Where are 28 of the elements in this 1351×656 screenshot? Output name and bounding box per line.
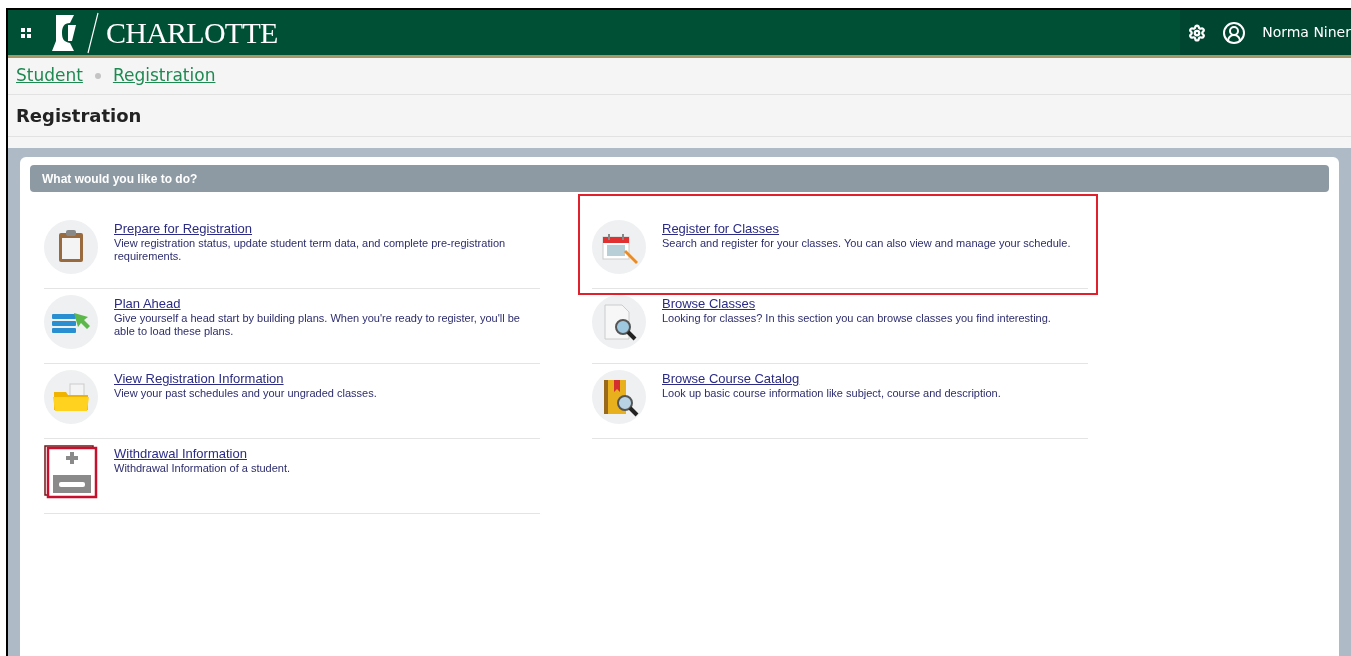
user-avatar-icon[interactable] — [1222, 20, 1247, 45]
calendar-pencil-icon — [592, 220, 646, 274]
settings-icon[interactable] — [1188, 23, 1207, 42]
action-description: View registration status, update student term data, and complete pre-registration requirements. — [114, 237, 507, 263]
action-link[interactable]: Prepare for Registration — [114, 221, 252, 237]
action-description: Looking for classes? In this section you can browse classes you find interesting. — [662, 312, 1051, 325]
breadcrumb-link[interactable]: Student — [16, 63, 83, 89]
action-link[interactable]: Withdrawal Information — [114, 446, 247, 462]
clipboard-icon — [44, 220, 98, 274]
action-link[interactable]: View Registration Information — [114, 371, 284, 387]
action-link[interactable]: Register for Classes — [662, 221, 780, 237]
menu-grid-icon[interactable] — [20, 26, 32, 39]
breadcrumb-link[interactable]: Registration — [112, 63, 216, 89]
action-description: Give yourself a head start by building plans. When you're ready to register, you'll be able to load these plans. — [114, 312, 521, 338]
action-link[interactable]: Browse Classes — [662, 296, 756, 312]
book-magnifier-icon — [592, 370, 646, 424]
action-description: Withdrawal Information of a student. — [114, 462, 291, 475]
document-magnifier-icon — [592, 295, 646, 349]
panel-heading: What would you like to do? — [30, 165, 1329, 192]
action-link[interactable]: Plan Ahead — [114, 296, 181, 312]
action-description: Search and register for your classes. You can also view and manage your schedule. — [662, 237, 1071, 250]
logo-wordmark: CHARLOTTE — [106, 15, 278, 51]
action-link[interactable]: Browse Course Catalog — [662, 371, 800, 387]
action-description: Look up basic course information like subject, course and description. — [662, 387, 1001, 400]
page-title: Registration — [16, 104, 142, 128]
folder-icon — [44, 370, 98, 424]
action-description: View your past schedules and your ungraded classes. — [114, 387, 377, 400]
plus-minus-icon — [44, 445, 98, 499]
